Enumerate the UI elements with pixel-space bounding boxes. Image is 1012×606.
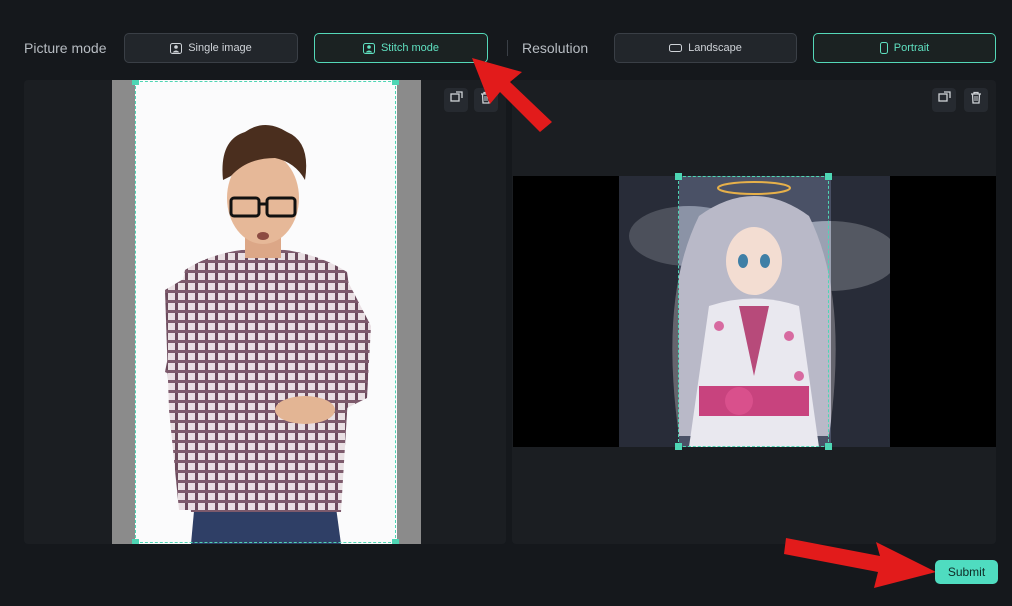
replace-image-button[interactable] — [932, 88, 956, 112]
portrait-button[interactable]: Portrait — [813, 33, 996, 63]
person-image-icon — [362, 42, 375, 54]
submit-label: Submit — [947, 565, 986, 579]
single-image-button[interactable]: Single image — [124, 33, 298, 63]
crop-dim-right — [831, 176, 890, 447]
trash-icon — [970, 91, 982, 109]
submit-button[interactable]: Submit — [935, 560, 998, 584]
landscape-icon — [669, 44, 683, 52]
replace-image-button[interactable] — [444, 88, 468, 112]
annotation-arrow-icon — [472, 58, 552, 132]
picture-mode-label: Picture mode — [24, 40, 107, 56]
landscape-label: Landscape — [688, 42, 742, 54]
crop-dim-left — [619, 176, 679, 447]
resolution-label: Resolution — [522, 40, 589, 56]
portrait-label: Portrait — [893, 42, 930, 54]
landscape-button[interactable]: Landscape — [614, 33, 797, 63]
stitch-mode-button[interactable]: Stitch mode — [314, 33, 488, 63]
toolbar-divider — [507, 40, 508, 56]
crop-handle[interactable] — [392, 80, 399, 85]
crop-handle[interactable] — [132, 539, 139, 544]
left-preview-panel — [24, 80, 506, 544]
crop-handle[interactable] — [675, 443, 682, 450]
replace-icon — [937, 91, 951, 109]
crop-handle[interactable] — [132, 80, 139, 85]
stitch-mode-label: Stitch mode — [380, 42, 440, 54]
crop-handle[interactable] — [392, 539, 399, 544]
crop-handle[interactable] — [825, 173, 832, 180]
person-image-icon — [170, 42, 183, 54]
delete-image-button[interactable] — [964, 88, 988, 112]
single-image-label: Single image — [188, 42, 252, 54]
annotation-arrow-icon — [784, 538, 936, 588]
crop-handle[interactable] — [675, 173, 682, 180]
portrait-icon — [879, 42, 888, 54]
crop-box[interactable] — [675, 173, 832, 450]
replace-icon — [449, 91, 463, 109]
right-preview-panel — [512, 80, 996, 544]
crop-handle[interactable] — [825, 443, 832, 450]
crop-box[interactable] — [132, 80, 399, 544]
